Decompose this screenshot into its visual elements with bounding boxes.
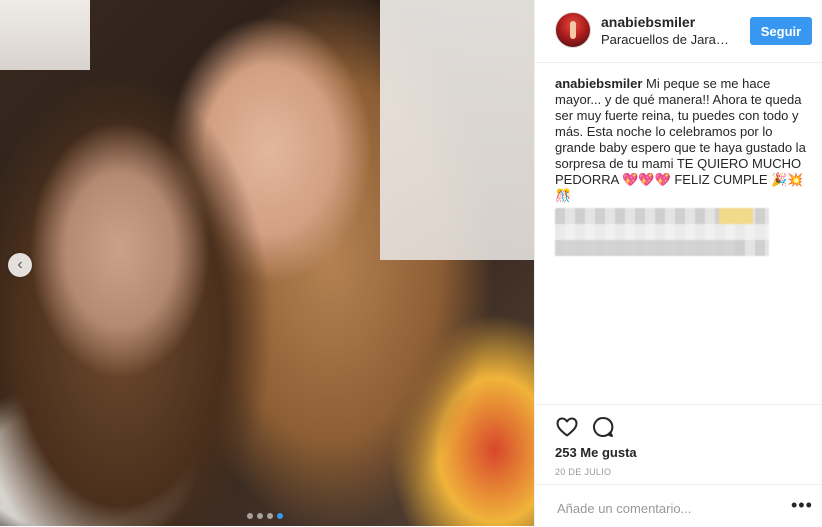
comment-icon[interactable] <box>591 415 615 439</box>
caption-text: Mi peque se me hace mayor... y de qué ma… <box>555 76 806 203</box>
post-side-panel: anabiebsmiler Paracuellos de Jara… Segui… <box>534 0 822 526</box>
follow-button[interactable]: Seguir <box>750 17 812 45</box>
carousel-indicator <box>247 513 283 519</box>
comment-input[interactable] <box>555 497 779 519</box>
photo-background-left <box>0 0 90 70</box>
blurred-highlight <box>719 208 753 224</box>
post-header: anabiebsmiler Paracuellos de Jara… Segui… <box>535 0 822 63</box>
post-location[interactable]: Paracuellos de Jara… <box>601 32 729 47</box>
blurred-row <box>555 224 769 240</box>
carousel-dot-active <box>277 513 283 519</box>
carousel-dot <box>267 513 273 519</box>
carousel-prev-button[interactable]: ‹ <box>8 253 32 277</box>
post-caption: anabiebsmiler Mi peque se me hace mayor.… <box>555 76 807 204</box>
post-date[interactable]: 20 DE JULIO <box>555 467 611 477</box>
post-photo[interactable]: ‹ <box>0 0 534 526</box>
carousel-dot <box>247 513 253 519</box>
blurred-row <box>555 240 735 256</box>
photo-background-right <box>380 0 534 260</box>
caption-username[interactable]: anabiebsmiler <box>555 76 642 91</box>
heart-icon[interactable] <box>555 415 579 439</box>
blurred-comment <box>555 208 769 256</box>
profile-avatar[interactable] <box>555 12 591 48</box>
carousel-dot <box>257 513 263 519</box>
post-username[interactable]: anabiebsmiler <box>601 14 695 30</box>
comment-bar: ••• <box>535 484 822 527</box>
more-options-button[interactable]: ••• <box>791 495 813 516</box>
like-count[interactable]: 253 Me gusta <box>555 445 637 460</box>
